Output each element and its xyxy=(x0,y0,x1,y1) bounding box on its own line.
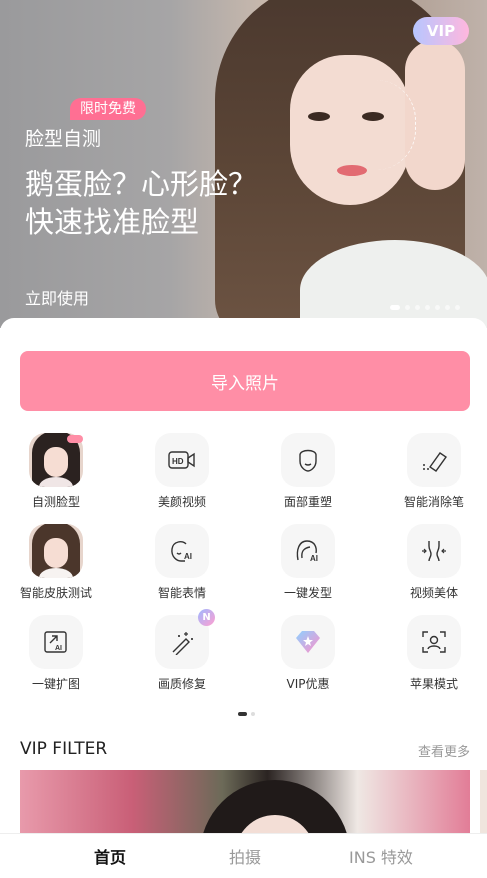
promo-banner[interactable]: VIP 限时免费 脸型自测 鹅蛋脸？心形脸？ 快速找准脸型 立即使用 xyxy=(0,0,487,328)
portrait-scan-icon xyxy=(407,615,461,669)
svg-text:AI: AI xyxy=(184,552,192,561)
tool-apple-mode[interactable]: 苹果模式 xyxy=(379,615,487,700)
vip-filter-preview[interactable] xyxy=(20,770,470,840)
banner-title-line: 快速找准脸型 xyxy=(25,205,200,239)
face-outline-icon xyxy=(281,433,335,487)
banner-pager-dot[interactable] xyxy=(405,305,410,310)
model-eye xyxy=(308,112,330,121)
tool-video-body[interactable]: 视频美体 xyxy=(379,524,487,609)
tool-skin-test[interactable]: 智能皮肤测试 xyxy=(1,524,111,609)
new-badge xyxy=(67,435,83,443)
tool-vip-offer[interactable]: VIP优惠 xyxy=(253,615,363,700)
tab-camera[interactable]: 拍摄 xyxy=(229,844,261,868)
new-badge: N xyxy=(198,609,215,626)
tool-label: 一键扩图 xyxy=(31,677,80,691)
banner-pager xyxy=(390,305,460,310)
tool-face-reshape[interactable]: 面部重塑 xyxy=(253,433,363,518)
banner-subtitle: 脸型自测 xyxy=(25,128,102,150)
tool-smart-expression[interactable]: AI 智能表情 xyxy=(127,524,237,609)
tool-smart-eraser[interactable]: 智能消除笔 xyxy=(379,433,487,518)
tool-label: 智能表情 xyxy=(157,586,206,600)
svg-text:AI: AI xyxy=(310,554,318,563)
tool-label: 苹果模式 xyxy=(409,677,458,691)
ai-face-icon: AI xyxy=(155,524,209,578)
banner-pager-dot[interactable] xyxy=(390,305,400,310)
tab-home[interactable]: 首页 xyxy=(94,844,126,868)
tool-label: 面部重塑 xyxy=(283,495,332,509)
tool-beauty-video[interactable]: HD 美颜视频 xyxy=(127,433,237,518)
banner-pager-dot[interactable] xyxy=(455,305,460,310)
section-title: VIP FILTER xyxy=(20,739,108,759)
expand-ai-icon: AI xyxy=(29,615,83,669)
import-photo-button[interactable]: 导入照片 xyxy=(20,351,470,411)
banner-pager-dot[interactable] xyxy=(435,305,440,310)
tool-face-test[interactable]: 自测脸型 xyxy=(1,433,111,518)
tools-pager xyxy=(238,712,255,716)
free-tag: 限时免费 xyxy=(70,98,146,120)
body-slim-icon xyxy=(407,524,461,578)
model-lips xyxy=(337,165,367,176)
vip-diamond-icon xyxy=(281,615,335,669)
tool-quality-repair[interactable]: N 画质修复 xyxy=(127,609,237,700)
vip-filter-preview-next[interactable] xyxy=(480,770,487,840)
tool-label: 画质修复 xyxy=(157,677,206,691)
tool-label: 智能消除笔 xyxy=(403,495,464,509)
banner-pager-dot[interactable] xyxy=(425,305,430,310)
tool-expand-image[interactable]: AI 一键扩图 xyxy=(1,615,111,700)
tool-label: 视频美体 xyxy=(409,586,458,600)
banner-pager-dot[interactable] xyxy=(445,305,450,310)
banner-cta-link[interactable]: 立即使用 xyxy=(25,285,89,309)
vip-badge[interactable]: VIP xyxy=(413,17,469,45)
tab-ins-effects[interactable]: INS 特效 xyxy=(349,844,413,868)
tool-label: 自测脸型 xyxy=(31,495,80,509)
model-shoulder xyxy=(300,240,487,328)
svg-text:AI: AI xyxy=(55,645,62,652)
banner-title: 鹅蛋脸？心形脸？ 快速找准脸型 xyxy=(25,165,257,241)
see-more-link[interactable]: 查看更多 xyxy=(418,741,470,760)
tool-label: VIP优惠 xyxy=(286,677,330,691)
tool-label: 美颜视频 xyxy=(157,495,206,509)
hd-video-icon: HD xyxy=(155,433,209,487)
ai-hair-icon: AI xyxy=(281,524,335,578)
tool-one-click-hair[interactable]: AI 一键发型 xyxy=(253,524,363,609)
skin-test-thumbnail xyxy=(29,524,83,578)
banner-title-line: 鹅蛋脸？心形脸？ xyxy=(25,167,258,201)
tool-label: 智能皮肤测试 xyxy=(19,586,92,600)
eraser-icon xyxy=(407,433,461,487)
svg-text:HD: HD xyxy=(172,457,184,466)
tool-label: 一键发型 xyxy=(283,586,332,600)
banner-pager-dot[interactable] xyxy=(415,305,420,310)
bottom-tab-bar: 首页 拍摄 INS 特效 xyxy=(0,833,487,874)
